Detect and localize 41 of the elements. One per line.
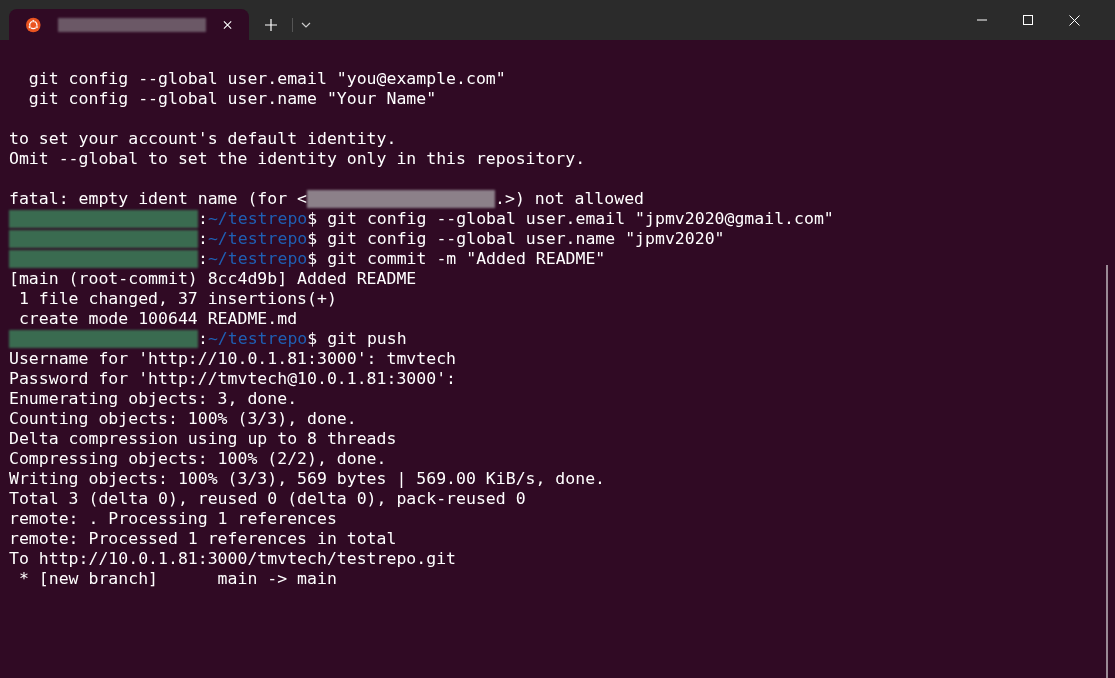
output-line: create mode 100644 README.md (17, 309, 298, 329)
chevron-down-icon[interactable] (301, 21, 311, 28)
terminal-tab[interactable] (9, 9, 249, 40)
output-line: Writing objects: 100% (3/3), 569 bytes | 569.00 KiB/s, done. (9, 469, 606, 489)
prompt-path: ~/testrepo (207, 329, 308, 349)
output-line: * [new branch] main -> main (17, 569, 337, 589)
prompt-separator: : (198, 329, 208, 349)
command-text: $ git config --global user.email "jpmv2020@gmail.com" (307, 209, 834, 229)
output-line: remote: Processed 1 references in total (9, 529, 397, 549)
ubuntu-logo-icon (26, 16, 41, 33)
output-line: Enumerating objects: 3, done. (9, 389, 298, 409)
prompt-path: ~/testrepo (207, 249, 308, 269)
output-line: Delta compression using up to 8 threads (9, 429, 397, 449)
output-line: Total 3 (delta 0), reused 0 (delta 0), pack-reused 0 (9, 489, 526, 509)
output-line: [main (root-commit) 8cc4d9b] Added README (9, 269, 417, 289)
command-text: $ git push (307, 329, 407, 349)
output-line: 1 file changed, 37 insertions(+) (17, 289, 337, 309)
output-line: remote: . Processing 1 references (9, 509, 337, 529)
prompt-separator: : (198, 229, 208, 249)
output-line: git config --global user.name "Your Name" (27, 89, 437, 109)
close-icon[interactable] (1069, 14, 1080, 26)
plus-icon[interactable] (265, 18, 277, 31)
output-line: Compressing objects: 100% (2/2), done. (9, 449, 387, 469)
output-text: .>) not allowed (495, 189, 645, 209)
prompt-path: ~/testrepo (207, 229, 308, 249)
scrollbar[interactable] (1106, 265, 1108, 678)
output-line: To http://10.0.1.81:3000/tmvtech/testrepo.git (9, 549, 457, 569)
maximize-icon[interactable] (1023, 15, 1033, 25)
output-text: fatal: empty ident name (for < (9, 189, 307, 209)
command-text: $ git commit -m "Added README" (307, 249, 606, 269)
output-line: Omit --global to set the identity only in this repository. (9, 149, 586, 169)
output-line: git config --global user.email "you@example.com" (27, 69, 506, 89)
prompt-path: ~/testrepo (207, 209, 308, 229)
prompt-separator: : (198, 209, 208, 229)
output-line: Password for 'http://tmvtech@10.0.1.81:3000': (9, 369, 457, 389)
output-line: to set your account's default identity. (9, 129, 397, 149)
output-line: Username for 'http://10.0.1.81:3000': tmvtech (9, 349, 457, 369)
command-text: $ git config --global user.name "jpmv2020" (307, 229, 725, 249)
prompt-separator: : (198, 249, 208, 269)
close-icon[interactable] (222, 19, 232, 30)
output-line: Counting objects: 100% (3/3), done. (9, 409, 357, 429)
